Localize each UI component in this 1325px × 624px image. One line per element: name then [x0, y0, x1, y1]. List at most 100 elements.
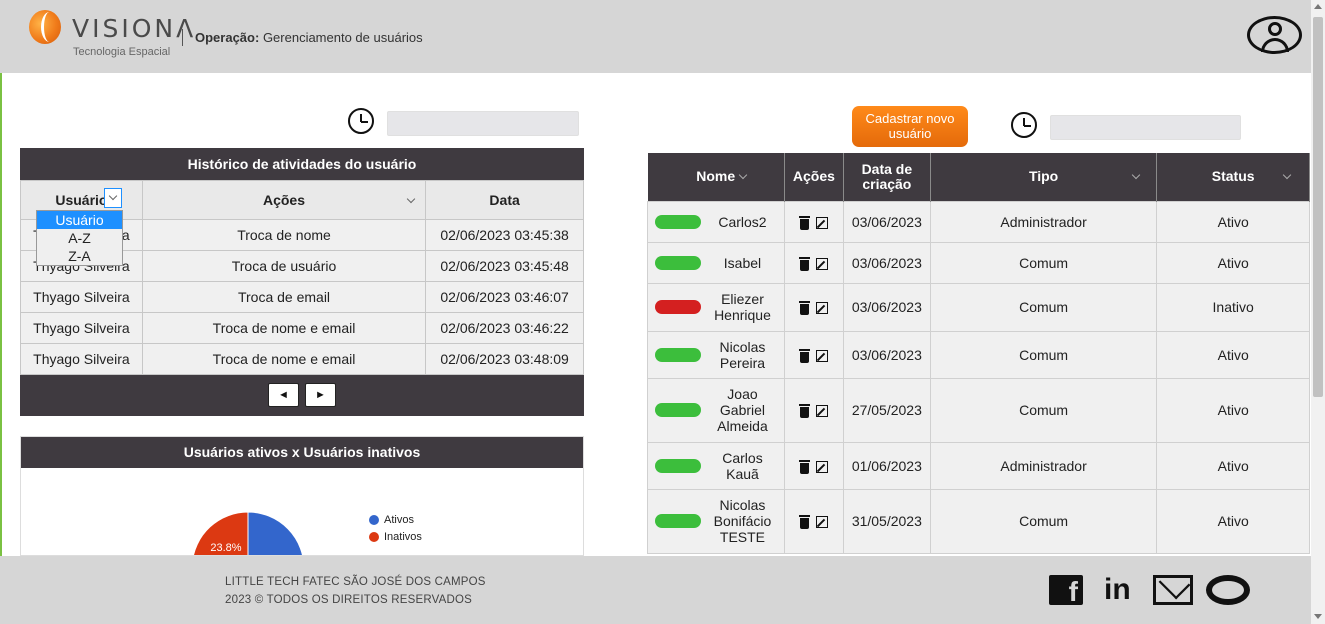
user-profile-icon[interactable]	[1247, 16, 1302, 54]
table-row: Isabel 03/06/2023 Comum Ativo	[647, 241, 1310, 284]
users-col-data-label: Data de criação	[861, 160, 913, 192]
next-page-button[interactable]: ►	[305, 383, 336, 407]
status-indicator-pill	[655, 514, 701, 528]
facebook-icon[interactable]: f	[1049, 575, 1083, 605]
user-type-cell: Comum	[929, 488, 1158, 554]
users-col-nome-label: Nome	[696, 168, 736, 185]
pie-chart: 23.8%	[193, 511, 303, 555]
history-cell-date: 02/06/2023 03:48:09	[425, 343, 584, 375]
users-col-status[interactable]: Status	[1156, 153, 1310, 201]
user-name-cell: Carlos2	[647, 200, 785, 243]
status-indicator-pill	[655, 300, 701, 314]
edit-icon[interactable]	[816, 257, 829, 270]
history-cell-action: Troca de usuário	[141, 250, 427, 282]
operation-label-key: Operação:	[195, 30, 260, 45]
logo-subtitle: Tecnologia Espacial	[73, 46, 171, 58]
dropdown-option-za[interactable]: Z-A	[37, 247, 122, 265]
scroll-thumb[interactable]	[1313, 17, 1323, 397]
chevron-down-icon[interactable]	[1131, 170, 1141, 180]
history-cell-user: Thyago Silveira	[20, 343, 143, 375]
user-date-cell: 03/06/2023	[842, 241, 931, 284]
user-actions-cell	[783, 488, 844, 554]
legend-dot-inativos	[369, 531, 379, 542]
trash-icon[interactable]	[799, 459, 811, 474]
users-col-tipo[interactable]: Tipo	[930, 153, 1158, 201]
github-icon[interactable]	[1206, 575, 1250, 605]
user-name: Carlos2	[718, 213, 767, 230]
users-filter-input[interactable]	[1050, 115, 1241, 140]
table-row: Thyago Silveira Troca de email 02/06/2023 …	[20, 281, 584, 313]
user-name: Nicolas Pereira	[719, 338, 766, 371]
dropdown-option-az[interactable]: A-Z	[37, 229, 122, 247]
history-pagination: ◄ ►	[20, 375, 584, 416]
chevron-down-icon[interactable]	[738, 170, 747, 180]
trash-icon[interactable]	[799, 215, 811, 230]
linkedin-icon[interactable]: in	[1104, 575, 1138, 605]
profile-shoulders-shape	[1261, 38, 1289, 52]
user-status-cell: Ativo	[1156, 241, 1310, 284]
clock-icon[interactable]	[1011, 112, 1037, 138]
user-status-cell: Ativo	[1156, 330, 1310, 379]
page-scrollbar[interactable]	[1311, 0, 1325, 624]
users-col-tipo-label: Tipo	[1028, 168, 1059, 185]
users-col-nome[interactable]: Nome	[647, 153, 785, 201]
user-name-cell: Nicolas Bonifácio TESTE	[647, 488, 785, 554]
history-cell-date: 02/06/2023 03:46:22	[425, 312, 584, 344]
user-date-cell: 31/05/2023	[842, 488, 931, 554]
users-col-acoes-label: Ações	[792, 168, 835, 185]
users-col-acoes: Ações	[784, 153, 844, 201]
usuario-sort-dropdown[interactable]: Usuário A-Z Z-A	[36, 210, 123, 266]
status-indicator-pill	[655, 458, 701, 473]
prev-page-button[interactable]: ◄	[268, 383, 299, 407]
history-cell-date: 02/06/2023 03:46:07	[425, 281, 584, 313]
legend-item-inativos[interactable]: Inativos	[369, 528, 422, 545]
chevron-down-icon[interactable]	[1283, 170, 1292, 180]
trash-icon[interactable]	[799, 301, 811, 316]
table-row: Joao Gabriel Almeida 27/05/2023 Comum Ativo	[647, 377, 1310, 443]
clock-icon[interactable]	[348, 108, 374, 134]
user-name-cell: Joao Gabriel Almeida	[647, 377, 785, 443]
history-col-acoes[interactable]: Ações	[141, 180, 427, 220]
user-status-cell: Inativo	[1156, 282, 1310, 332]
status-indicator-pill	[655, 255, 701, 270]
history-col-data-label: Data	[489, 192, 520, 208]
usuario-sort-select[interactable]	[104, 188, 122, 208]
history-col-usuario-label: Usuário	[55, 192, 108, 208]
edit-icon[interactable]	[816, 405, 829, 418]
edit-icon[interactable]	[816, 516, 829, 529]
dropdown-option-usuario[interactable]: Usuário	[37, 211, 122, 229]
legend-label-ativos: Ativos	[384, 513, 414, 526]
user-type-cell: Comum	[929, 282, 1158, 332]
history-col-data: Data	[425, 180, 584, 220]
trash-icon[interactable]	[799, 404, 811, 419]
table-row: Nicolas Pereira 03/06/2023 Comum Ativo	[647, 330, 1310, 379]
edit-icon[interactable]	[816, 216, 829, 229]
user-name: Isabel	[723, 254, 762, 271]
table-row: Carlos Kauã 01/06/2023 Administrador Ativo	[647, 441, 1310, 490]
register-user-button[interactable]: Cadastrar novo usuário	[852, 106, 968, 147]
pie-slice-label: 23.8%	[210, 542, 241, 554]
chart-legend: Ativos Inativos	[369, 511, 422, 545]
edit-icon[interactable]	[816, 302, 829, 315]
trash-icon[interactable]	[799, 348, 811, 363]
scroll-up-arrow-icon[interactable]	[1314, 4, 1322, 9]
table-row: Carlos2 03/06/2023 Administrador Ativo	[647, 200, 1310, 243]
chevron-down-icon[interactable]	[406, 194, 416, 204]
trash-icon[interactable]	[799, 256, 811, 271]
footer-line-2: 2023 © TODOS OS DIREITOS RESERVADOS	[225, 594, 473, 606]
mail-icon[interactable]	[1153, 575, 1193, 605]
user-name-cell: Isabel	[647, 241, 785, 284]
user-date-cell: 03/06/2023	[842, 330, 931, 379]
edit-icon[interactable]	[816, 460, 829, 473]
user-status-cell: Ativo	[1156, 200, 1310, 243]
user-actions-cell	[783, 200, 844, 243]
history-col-acoes-label: Ações	[262, 192, 306, 208]
legend-dot-ativos	[369, 514, 379, 525]
scroll-down-arrow-icon[interactable]	[1314, 614, 1322, 619]
trash-icon[interactable]	[799, 515, 811, 530]
legend-item-ativos[interactable]: Ativos	[369, 511, 422, 528]
edit-icon[interactable]	[816, 349, 829, 362]
visiona-logo-icon	[29, 10, 61, 44]
history-filter-input[interactable]	[387, 111, 579, 136]
user-date-cell: 03/06/2023	[842, 200, 931, 243]
